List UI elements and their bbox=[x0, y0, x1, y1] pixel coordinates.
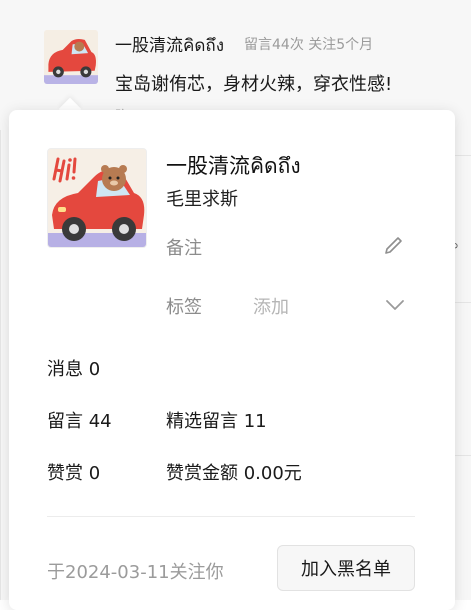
user-alias: 毛里求斯 bbox=[166, 189, 238, 210]
commenter-meta: 留言44次 关注5个月 bbox=[244, 37, 374, 53]
tip-amount: 赞赏金额 0.00元 bbox=[166, 463, 302, 484]
comment-text: 宝岛谢侑芯，身材火辣，穿衣性感! bbox=[115, 74, 393, 95]
tag-label: 标签 bbox=[166, 297, 202, 318]
chevron-down-icon[interactable] bbox=[384, 296, 406, 314]
follow-since-text: 于2024-03-11关注你 bbox=[47, 562, 224, 583]
user-avatar bbox=[47, 148, 147, 248]
remark-label: 备注 bbox=[166, 238, 202, 259]
edit-remark-pencil-icon[interactable] bbox=[383, 234, 405, 256]
user-nickname: 一股清流คิดถึง bbox=[166, 154, 301, 178]
car-avatar-image bbox=[44, 30, 98, 84]
divider bbox=[47, 516, 415, 517]
comment-count: 留言 44 bbox=[47, 411, 112, 432]
featured-comment-count: 精选留言 11 bbox=[166, 411, 267, 432]
tip-count: 赞赏 0 bbox=[47, 463, 101, 484]
car-avatar-image bbox=[48, 149, 146, 247]
commenter-avatar[interactable] bbox=[44, 30, 98, 84]
add-tag-button[interactable]: 添加 bbox=[253, 293, 289, 319]
message-count: 消息 0 bbox=[47, 359, 101, 380]
commenter-nickname[interactable]: 一股清流คิดถึง bbox=[115, 31, 224, 59]
add-to-blacklist-button[interactable]: 加入黑名单 bbox=[277, 545, 415, 591]
user-info-popover: 一股清流คิดถึง 毛里求斯 备注 标签 添加 消息 0 留言 44 精选留言… bbox=[9, 110, 455, 610]
